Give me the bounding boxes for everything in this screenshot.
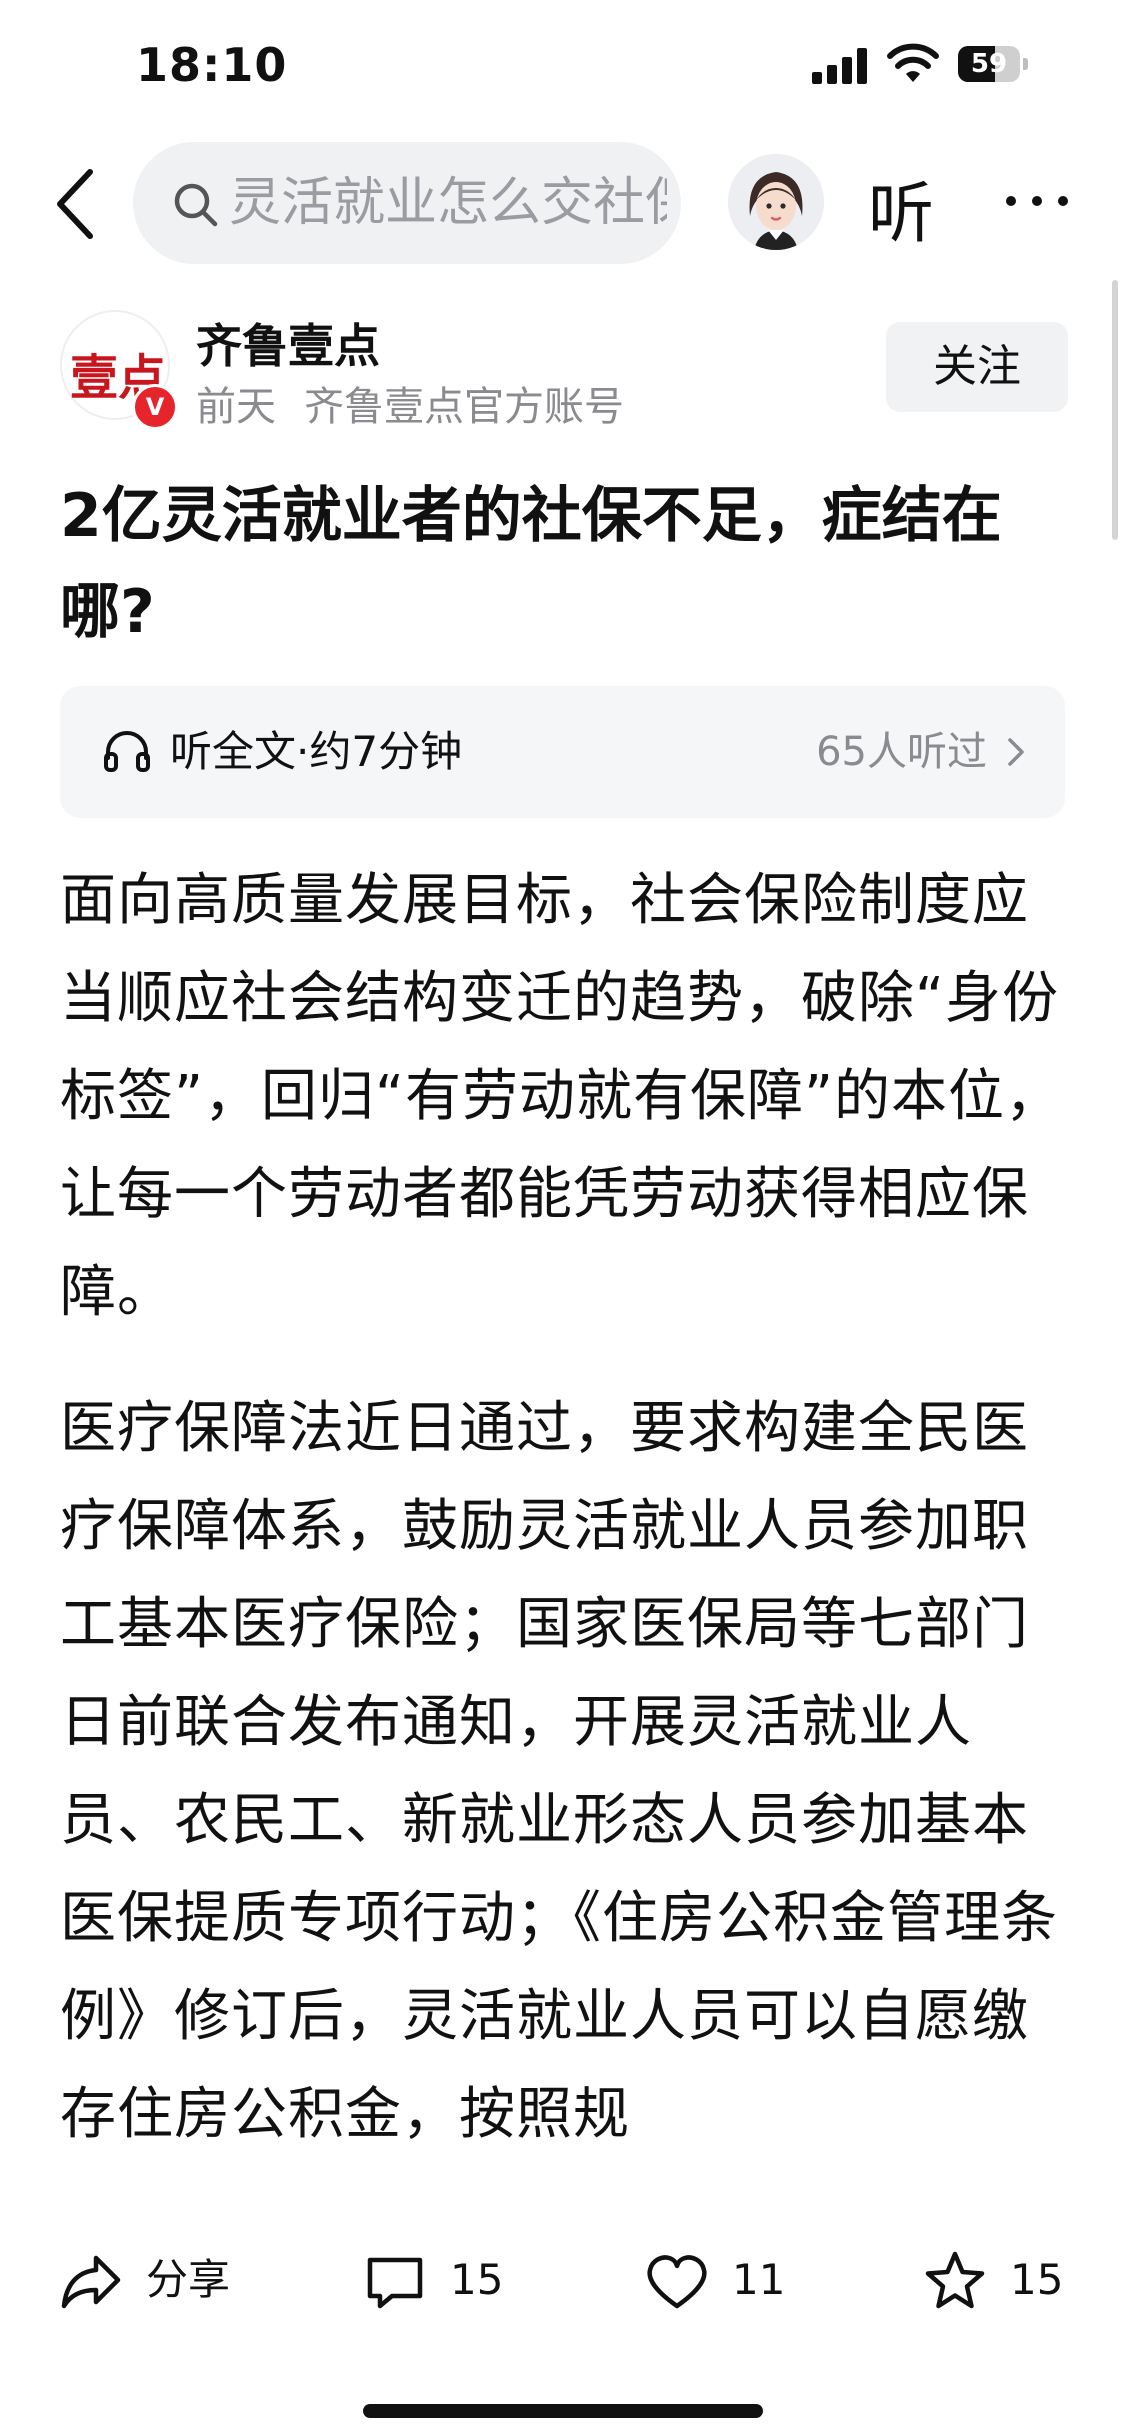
follow-button[interactable]: 关注 [886,322,1068,412]
publish-time: 前天 [196,384,276,430]
scroll-indicator[interactable] [1112,280,1118,540]
search-query: 灵活就业怎么交社保 [229,173,667,233]
listen-button[interactable]: 听 [868,160,934,256]
listen-full-text-bar[interactable]: 听全文·约7分钟 65人听过 [60,686,1065,818]
headphone-icon [104,731,150,772]
listener-count: 65人听过 [816,729,987,775]
article-paragraph: 面向高质量发展目标，社会保险制度应当顺应社会结构变迁的趋势，破除“身份标签”，回… [60,868,1063,1325]
star-icon [925,2251,985,2309]
like-button[interactable]: 11 [644,2220,824,2340]
article-title: 2亿灵活就业者的社保不足，症结在哪? [60,481,1002,647]
author-description: 齐鲁壹点官方账号 [304,384,624,430]
author-row: 壹点 V 齐鲁壹点 前天 齐鲁壹点官方账号 关注 [60,300,1070,430]
share-button[interactable]: 分享 [58,2220,258,2340]
favorite-count: 15 [1010,2255,1064,2304]
more-options-button[interactable] [998,180,1078,220]
chevron-right-icon [1008,738,1024,766]
author-meta: 前天 齐鲁壹点官方账号 [196,374,624,432]
share-label: 分享 [146,2255,231,2304]
comment-button[interactable]: 15 [362,2220,542,2340]
share-icon [61,2255,121,2309]
heart-icon [647,2255,707,2309]
home-indicator [363,2404,763,2418]
like-count: 11 [732,2255,786,2304]
assistant-avatar[interactable] [728,154,824,250]
cellular-signal-icon [812,48,870,84]
status-bar: 18:10 59 [0,0,1125,130]
author-name[interactable]: 齐鲁壹点 [196,310,380,376]
verified-badge: V [132,384,178,430]
status-time: 18:10 [136,38,288,92]
article-paragraph: 医疗保障法近日通过，要求构建全民医疗保障体系，鼓励灵活就业人员参加职工基本医疗保… [60,1396,1058,2147]
listen-label: 听全文·约7分钟 [170,727,463,776]
comment-icon [367,2257,423,2309]
wifi-icon [887,43,939,82]
search-box[interactable]: 灵活就业怎么交社保 [133,142,681,264]
back-button[interactable] [48,164,108,244]
search-icon [174,183,218,227]
battery-icon: 59 [958,46,1030,82]
battery-level: 59 [970,49,1008,79]
comment-count: 15 [450,2255,504,2304]
top-nav-bar: 灵活就业怎么交社保 听 [0,140,1125,270]
favorite-button[interactable]: 15 [922,2220,1102,2340]
